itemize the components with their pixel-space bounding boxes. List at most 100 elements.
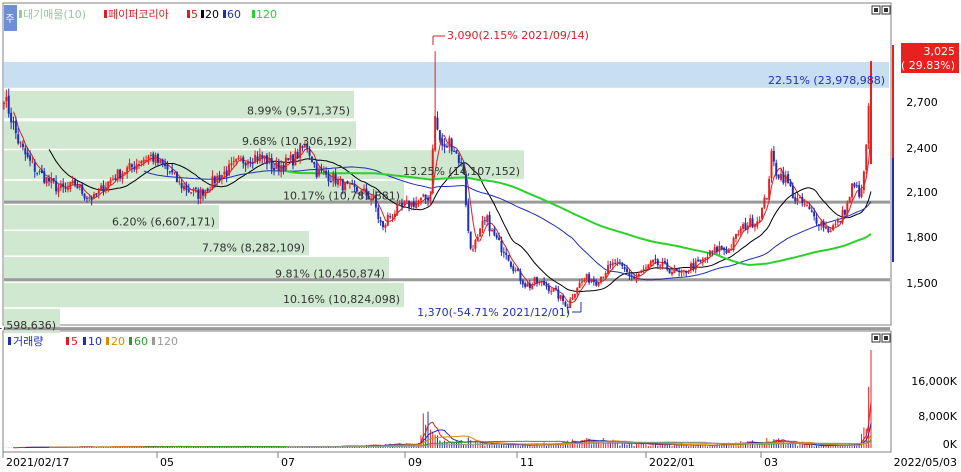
candle-body <box>154 155 157 164</box>
candle-body <box>514 269 517 271</box>
candle-body <box>827 227 830 233</box>
candle-body <box>810 210 813 212</box>
candle-body <box>633 276 636 279</box>
candle-body <box>472 249 475 251</box>
candle-body <box>668 268 671 274</box>
candle-body <box>434 115 437 151</box>
candle-body <box>85 197 88 199</box>
candle-body <box>149 154 152 156</box>
candle-body <box>216 176 219 183</box>
candle-body <box>654 258 657 260</box>
candle-body <box>611 262 614 266</box>
candle-body <box>235 159 238 162</box>
candle-body <box>40 169 43 174</box>
candle-body <box>147 156 150 162</box>
candle-body <box>533 277 536 285</box>
candle-body <box>647 264 650 269</box>
candle-body <box>758 220 761 222</box>
candle-body <box>519 271 522 281</box>
band-label: 9.68% (10,306,192) <box>242 135 352 148</box>
candle-body <box>853 183 856 187</box>
legend-item-ma20[interactable]: 20 <box>205 8 219 21</box>
legend-swatch <box>83 337 86 345</box>
candle-body <box>543 281 546 286</box>
candle-body <box>474 240 477 249</box>
legend-item-vol60[interactable]: 60 <box>134 335 148 348</box>
candle-body <box>377 207 380 219</box>
candle-body <box>180 182 183 189</box>
candle-body <box>699 259 702 262</box>
candle-body <box>123 172 126 174</box>
candle-body <box>76 185 79 189</box>
candle-body <box>488 214 491 232</box>
candle-body <box>109 179 112 184</box>
candle-body <box>185 184 188 191</box>
candle-body <box>88 197 91 199</box>
candle-body <box>573 293 576 298</box>
candle-body <box>294 151 297 166</box>
candle-body <box>630 275 633 278</box>
candle-body <box>204 189 207 197</box>
candle-body <box>784 175 787 183</box>
candle-body <box>168 171 171 173</box>
legend-item-vol20[interactable]: 20 <box>111 335 125 348</box>
legend-item-vol120[interactable]: 120 <box>157 335 178 348</box>
candle-body <box>74 180 77 186</box>
candle-body <box>386 214 389 226</box>
volume-tick-label: 0K <box>943 438 958 451</box>
legend-swatch <box>8 337 11 345</box>
candle-body <box>145 160 148 162</box>
candle-body <box>199 188 202 200</box>
candle-body <box>107 181 110 189</box>
candle-body <box>623 267 626 270</box>
candle-body <box>552 287 555 292</box>
candle-body <box>725 250 728 254</box>
legend-item-vol10[interactable]: 10 <box>88 335 102 348</box>
candle-body <box>770 150 773 179</box>
candle-body <box>90 197 93 201</box>
legend-swatch <box>19 10 22 18</box>
candle-body <box>554 287 557 290</box>
candle-body <box>391 216 394 218</box>
candle-body <box>746 225 749 230</box>
candle-body <box>417 200 420 202</box>
candle-body <box>448 137 451 148</box>
price-axis: 2,700 2,400 2,100 1,800 1,500 <box>906 96 938 290</box>
candle-body <box>734 233 737 239</box>
candle-body <box>159 159 162 164</box>
candle-body <box>398 203 401 205</box>
legend-item-standby[interactable]: 대기매물(10) <box>23 8 86 21</box>
candle-body <box>602 276 605 278</box>
candle-body <box>310 156 313 163</box>
legend-item-stock[interactable]: 페이퍼코리아 <box>108 8 169 21</box>
candle-body <box>486 215 489 223</box>
candle-body <box>384 225 387 228</box>
legend-item-ma5[interactable]: 5 <box>191 8 198 21</box>
candle-body <box>263 155 266 160</box>
candle-body <box>81 184 84 194</box>
candle-body <box>429 195 432 201</box>
candle-body <box>526 283 529 287</box>
candle-body <box>21 143 24 147</box>
candle-body <box>12 120 15 123</box>
candle-body <box>3 102 5 104</box>
legend-item-ma120[interactable]: 120 <box>256 8 277 21</box>
candle-body <box>652 259 655 263</box>
band-label: 9.81% (10,450,874) <box>275 267 385 280</box>
volume-profile-band <box>4 61 889 88</box>
candle-body <box>806 205 809 207</box>
candle-body <box>509 261 512 267</box>
candle-body <box>535 277 538 283</box>
legend-item-vol5[interactable]: 5 <box>71 335 78 348</box>
legend-item-volume[interactable]: 거래량 <box>13 335 43 348</box>
candle-body <box>353 184 356 187</box>
candle-body <box>455 150 458 154</box>
candle-body <box>836 220 839 223</box>
candle-body <box>223 172 226 175</box>
legend-item-ma60[interactable]: 60 <box>227 8 241 21</box>
candle-body <box>507 255 510 261</box>
candle-body <box>133 167 136 170</box>
candle-body <box>621 263 624 267</box>
candle-body <box>637 273 640 276</box>
candle-body <box>346 181 349 184</box>
